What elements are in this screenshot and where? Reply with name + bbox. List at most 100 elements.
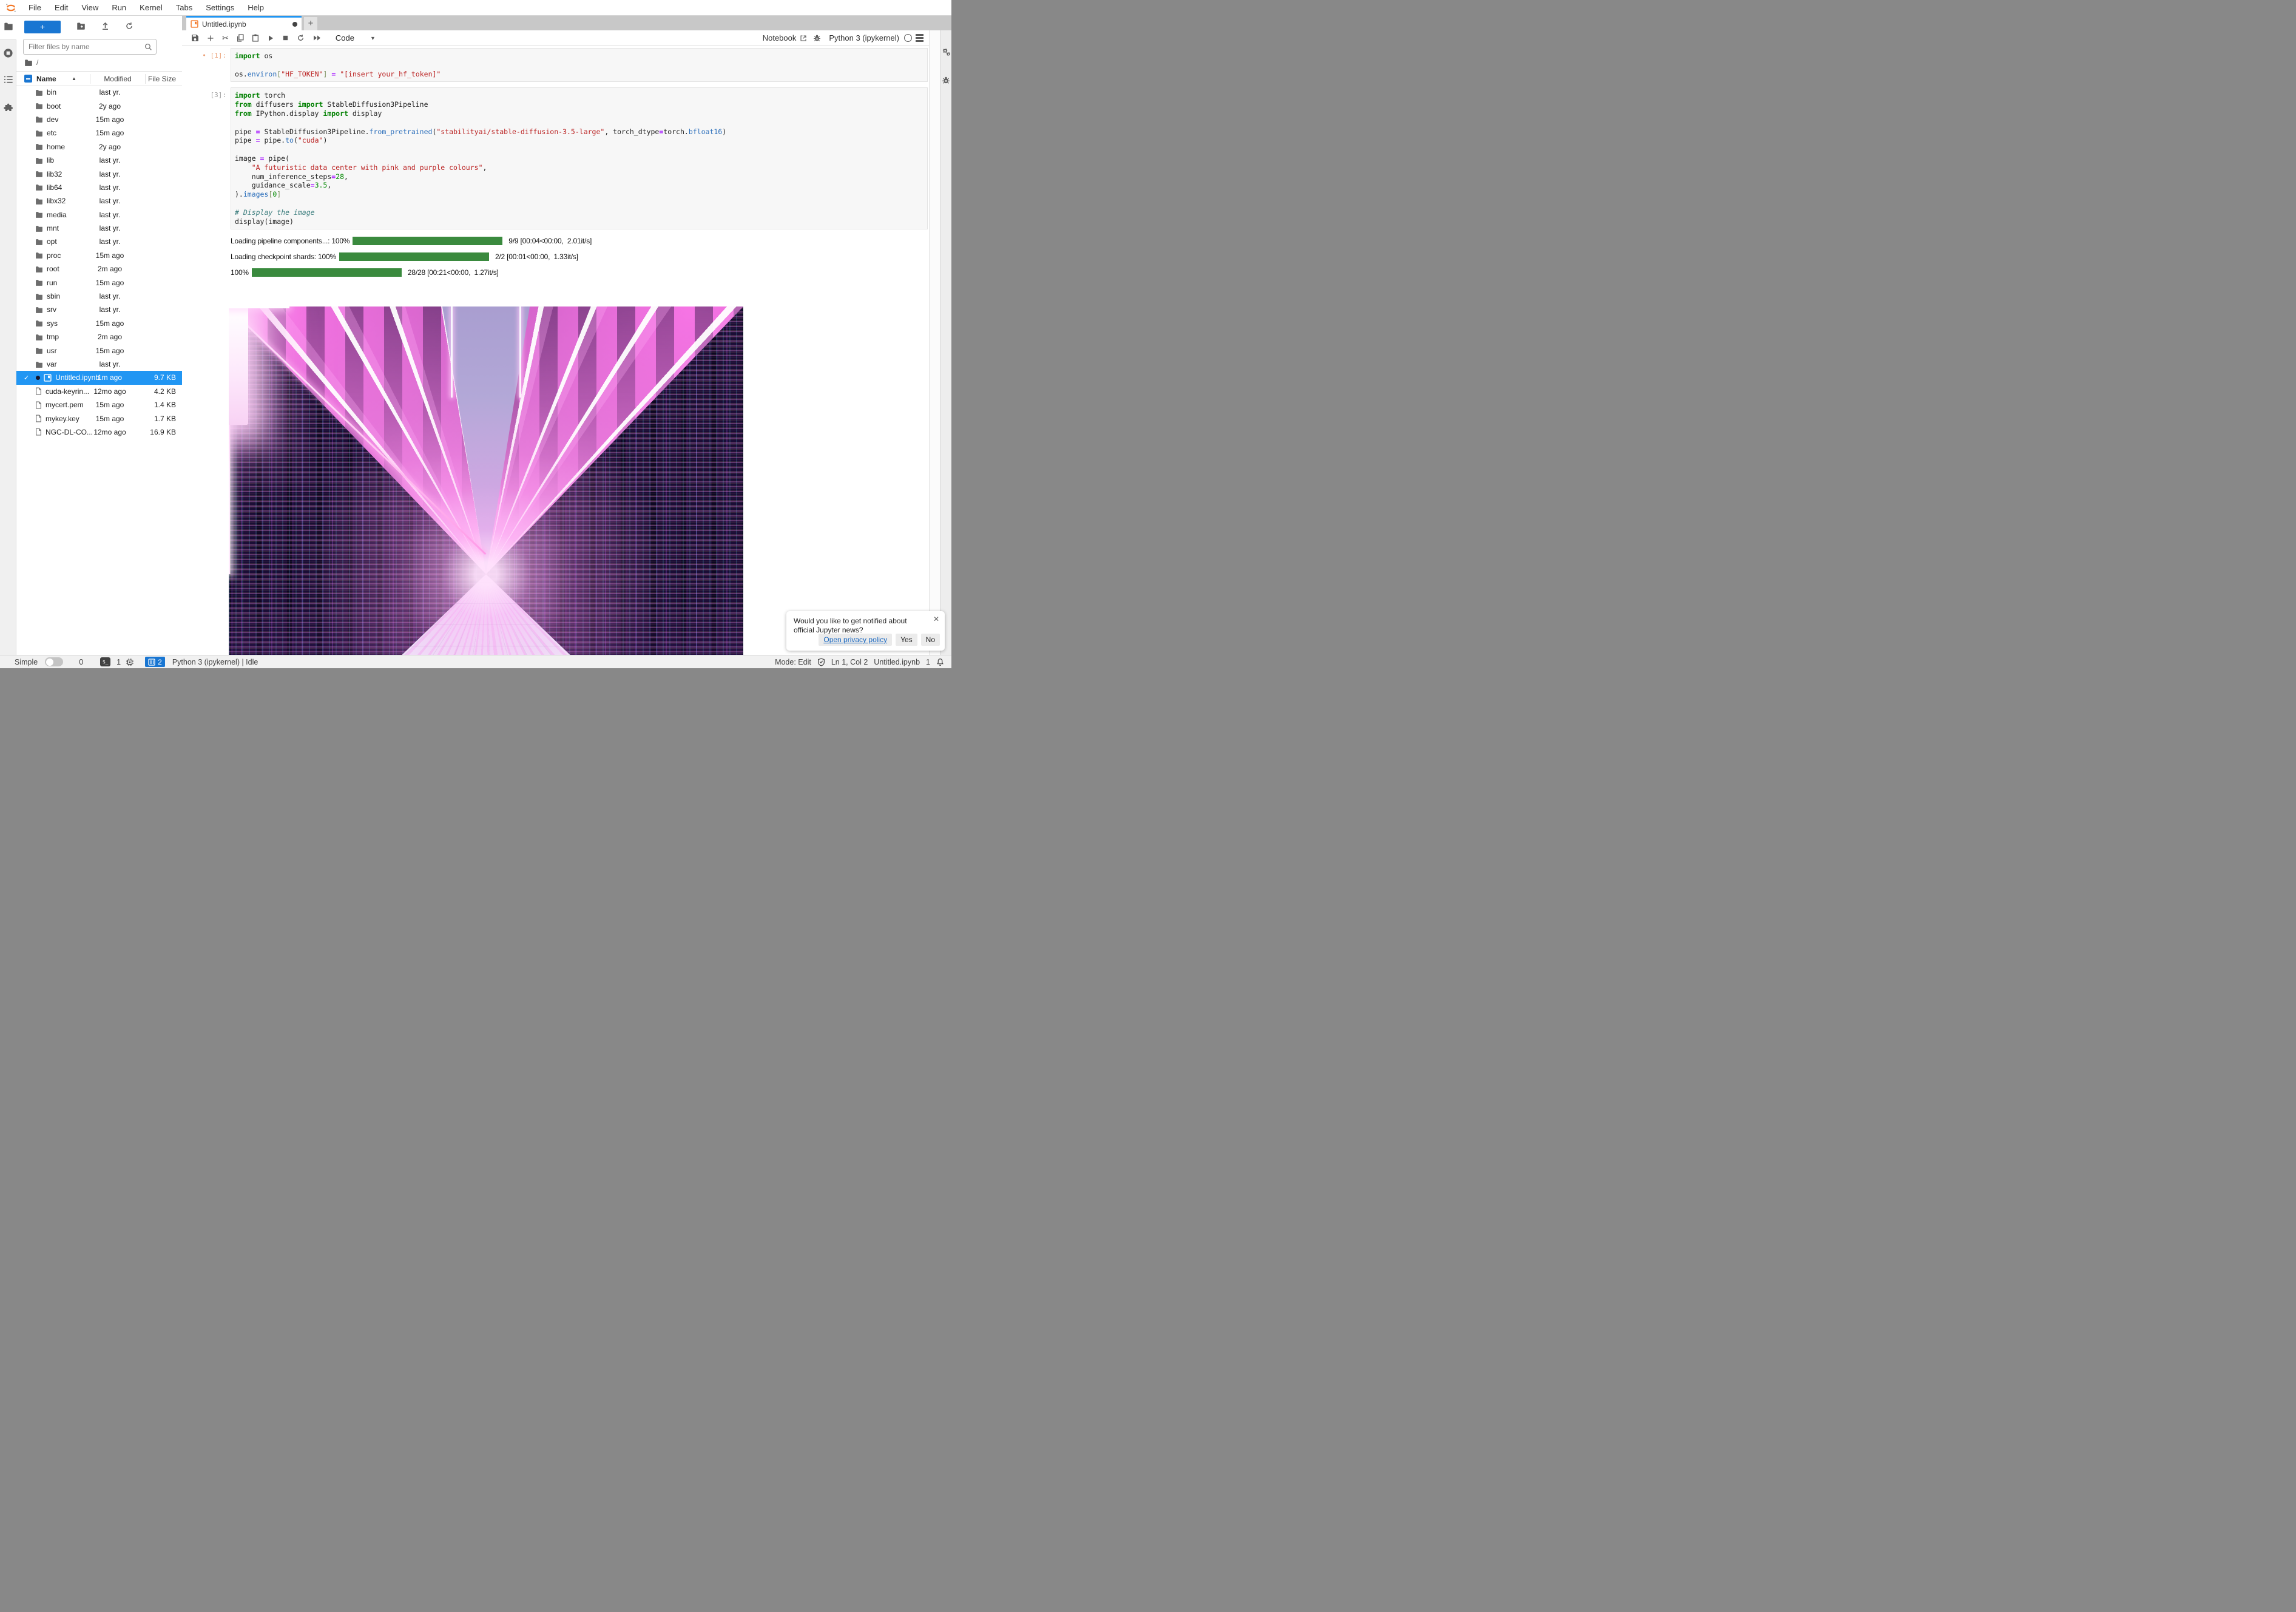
new-folder-icon[interactable] [76,22,86,32]
copy-cell-icon[interactable] [237,34,244,42]
kernel-count[interactable]: 1 [116,658,121,666]
folder-row[interactable]: etc 15m ago [16,126,182,140]
folder-row[interactable]: boot 2y ago [16,99,182,112]
debugger-bug-icon[interactable] [940,76,951,87]
unsaved-changes-dot[interactable] [292,21,297,27]
kernel-status-icon[interactable] [904,34,912,42]
sort-ascending-icon[interactable]: ▲ [72,76,90,81]
folder-row[interactable]: srv last yr. [16,303,182,316]
file-row[interactable]: NGC-DL-CO... 12mo ago 16.9 KB [16,425,182,439]
mode-indicator[interactable]: Mode: Edit [775,658,811,666]
property-inspector-gears-icon[interactable] [940,47,951,59]
folder-row[interactable]: home 2y ago [16,140,182,154]
file-row[interactable]: ✓ Untitled.ipynb 1m ago 9.7 KB [16,371,182,385]
notebook-count-badge[interactable]: 2 [145,657,165,667]
folder-row[interactable]: mnt last yr. [16,222,182,235]
folder-row[interactable]: sys 15m ago [16,317,182,330]
modified-cell: last yr. [99,88,121,97]
column-header-size[interactable]: File Size [146,75,182,83]
folder-row[interactable]: var last yr. [16,357,182,371]
restart-kernel-icon[interactable] [297,34,305,42]
cut-cell-icon[interactable]: ✂ [222,33,229,43]
refresh-icon[interactable] [125,22,133,32]
right-activity-bar [940,30,951,655]
folder-row[interactable]: dev 15m ago [16,113,182,126]
folder-row[interactable]: lib32 last yr. [16,167,182,180]
extensions-icon[interactable] [0,103,16,115]
file-browser-toolbar: + [16,19,182,34]
tab-untitled-ipynb[interactable]: Untitled.ipynb [186,16,302,30]
debugger-bug-icon[interactable] [813,34,821,42]
upload-icon[interactable] [101,22,109,32]
folder-row[interactable]: sbin last yr. [16,290,182,303]
kernel-chip-icon[interactable] [126,658,134,666]
add-cell-icon[interactable] [207,35,214,42]
code-line: pipe = StableDiffusion3Pipeline.from_pre… [235,127,727,136]
paste-cell-icon[interactable] [252,34,259,42]
folder-row[interactable]: lib64 last yr. [16,181,182,194]
open-privacy-policy-button[interactable]: Open privacy policy [819,634,893,646]
folder-row[interactable]: libx32 last yr. [16,194,182,208]
notebook-mode-label[interactable]: Notebook [763,33,797,42]
add-tab-button[interactable]: + [304,17,317,30]
terminal-icon[interactable]: $_ [100,657,111,666]
column-header-name[interactable]: Name [36,75,72,83]
notification-count[interactable]: 1 [926,658,930,666]
yes-button[interactable]: Yes [896,634,917,646]
status-filename[interactable]: Untitled.ipynb [874,658,920,666]
cell-editor[interactable]: import os os.environ["HF_TOKEN"] = "[ins… [231,48,928,83]
folder-row[interactable]: proc 15m ago [16,249,182,262]
running-kernels-icon[interactable] [0,48,16,61]
menu-file[interactable]: File [22,0,48,15]
code-cell[interactable]: [3]: import torch from diffusers import St… [182,87,930,230]
folder-row[interactable]: bin last yr. [16,86,182,99]
file-browser-icon[interactable] [0,22,16,33]
run-cell-icon[interactable] [267,35,274,42]
interrupt-kernel-icon[interactable] [282,35,289,41]
folder-row[interactable]: lib last yr. [16,154,182,167]
no-button[interactable]: No [920,634,940,646]
file-row[interactable]: cuda-keyrin... 12mo ago 4.2 KB [16,385,182,398]
kernel-name-label[interactable]: Python 3 (ipykernel) [829,33,899,42]
new-launcher-button[interactable]: + [24,20,61,33]
file-name-label: mycert.pem [46,401,84,410]
save-icon[interactable] [191,34,199,42]
cell-type-select[interactable]: Code [336,33,354,42]
folder-row[interactable]: opt last yr. [16,235,182,248]
select-all-checkbox[interactable] [24,75,32,83]
simple-mode-toggle[interactable] [45,657,64,666]
file-row[interactable]: mykey.key 15m ago 1.7 KB [16,411,182,425]
menu-help[interactable]: Help [241,0,271,15]
modified-cell: last yr. [99,156,121,165]
menu-run[interactable]: Run [105,0,133,15]
close-icon[interactable]: ✕ [933,615,939,623]
folder-row[interactable]: usr 15m ago [16,344,182,357]
menu-kernel[interactable]: Kernel [133,0,169,15]
breadcrumb[interactable]: / [24,58,38,67]
terminal-count[interactable]: 0 [79,658,83,666]
menu-settings[interactable]: Settings [199,0,241,15]
notebook-scrollbar[interactable] [929,30,940,655]
code-cell[interactable]: • [1]: import os os.environ["HF_TOKEN"] =… [182,48,930,83]
menu-edit[interactable]: Edit [48,0,75,15]
folder-row[interactable]: tmp 2m ago [16,330,182,344]
folder-row[interactable]: media last yr. [16,208,182,222]
folder-row[interactable]: run 15m ago [16,276,182,289]
filter-files-input[interactable] [27,42,144,52]
toolbar-menu-icon[interactable] [916,34,923,42]
external-link-icon[interactable] [800,35,807,42]
cursor-position[interactable]: Ln 1, Col 2 [831,658,868,666]
bell-icon[interactable] [936,658,944,666]
menu-tabs[interactable]: Tabs [169,0,199,15]
folder-row[interactable]: root 2m ago [16,262,182,276]
chevron-down-icon[interactable]: ▼ [370,35,376,41]
file-row[interactable]: mycert.pem 15m ago 1.4 KB [16,398,182,411]
cell-editor[interactable]: import torch from diffusers import Stable… [231,87,928,230]
table-of-contents-icon[interactable] [0,75,16,87]
column-header-modified[interactable]: Modified [90,75,145,83]
kernel-status-text[interactable]: Python 3 (ipykernel) | Idle [172,658,258,666]
menu-view[interactable]: View [75,0,105,15]
restart-run-all-icon[interactable] [312,35,322,41]
trust-shield-icon[interactable] [817,657,825,666]
filter-files-box[interactable] [23,39,157,55]
